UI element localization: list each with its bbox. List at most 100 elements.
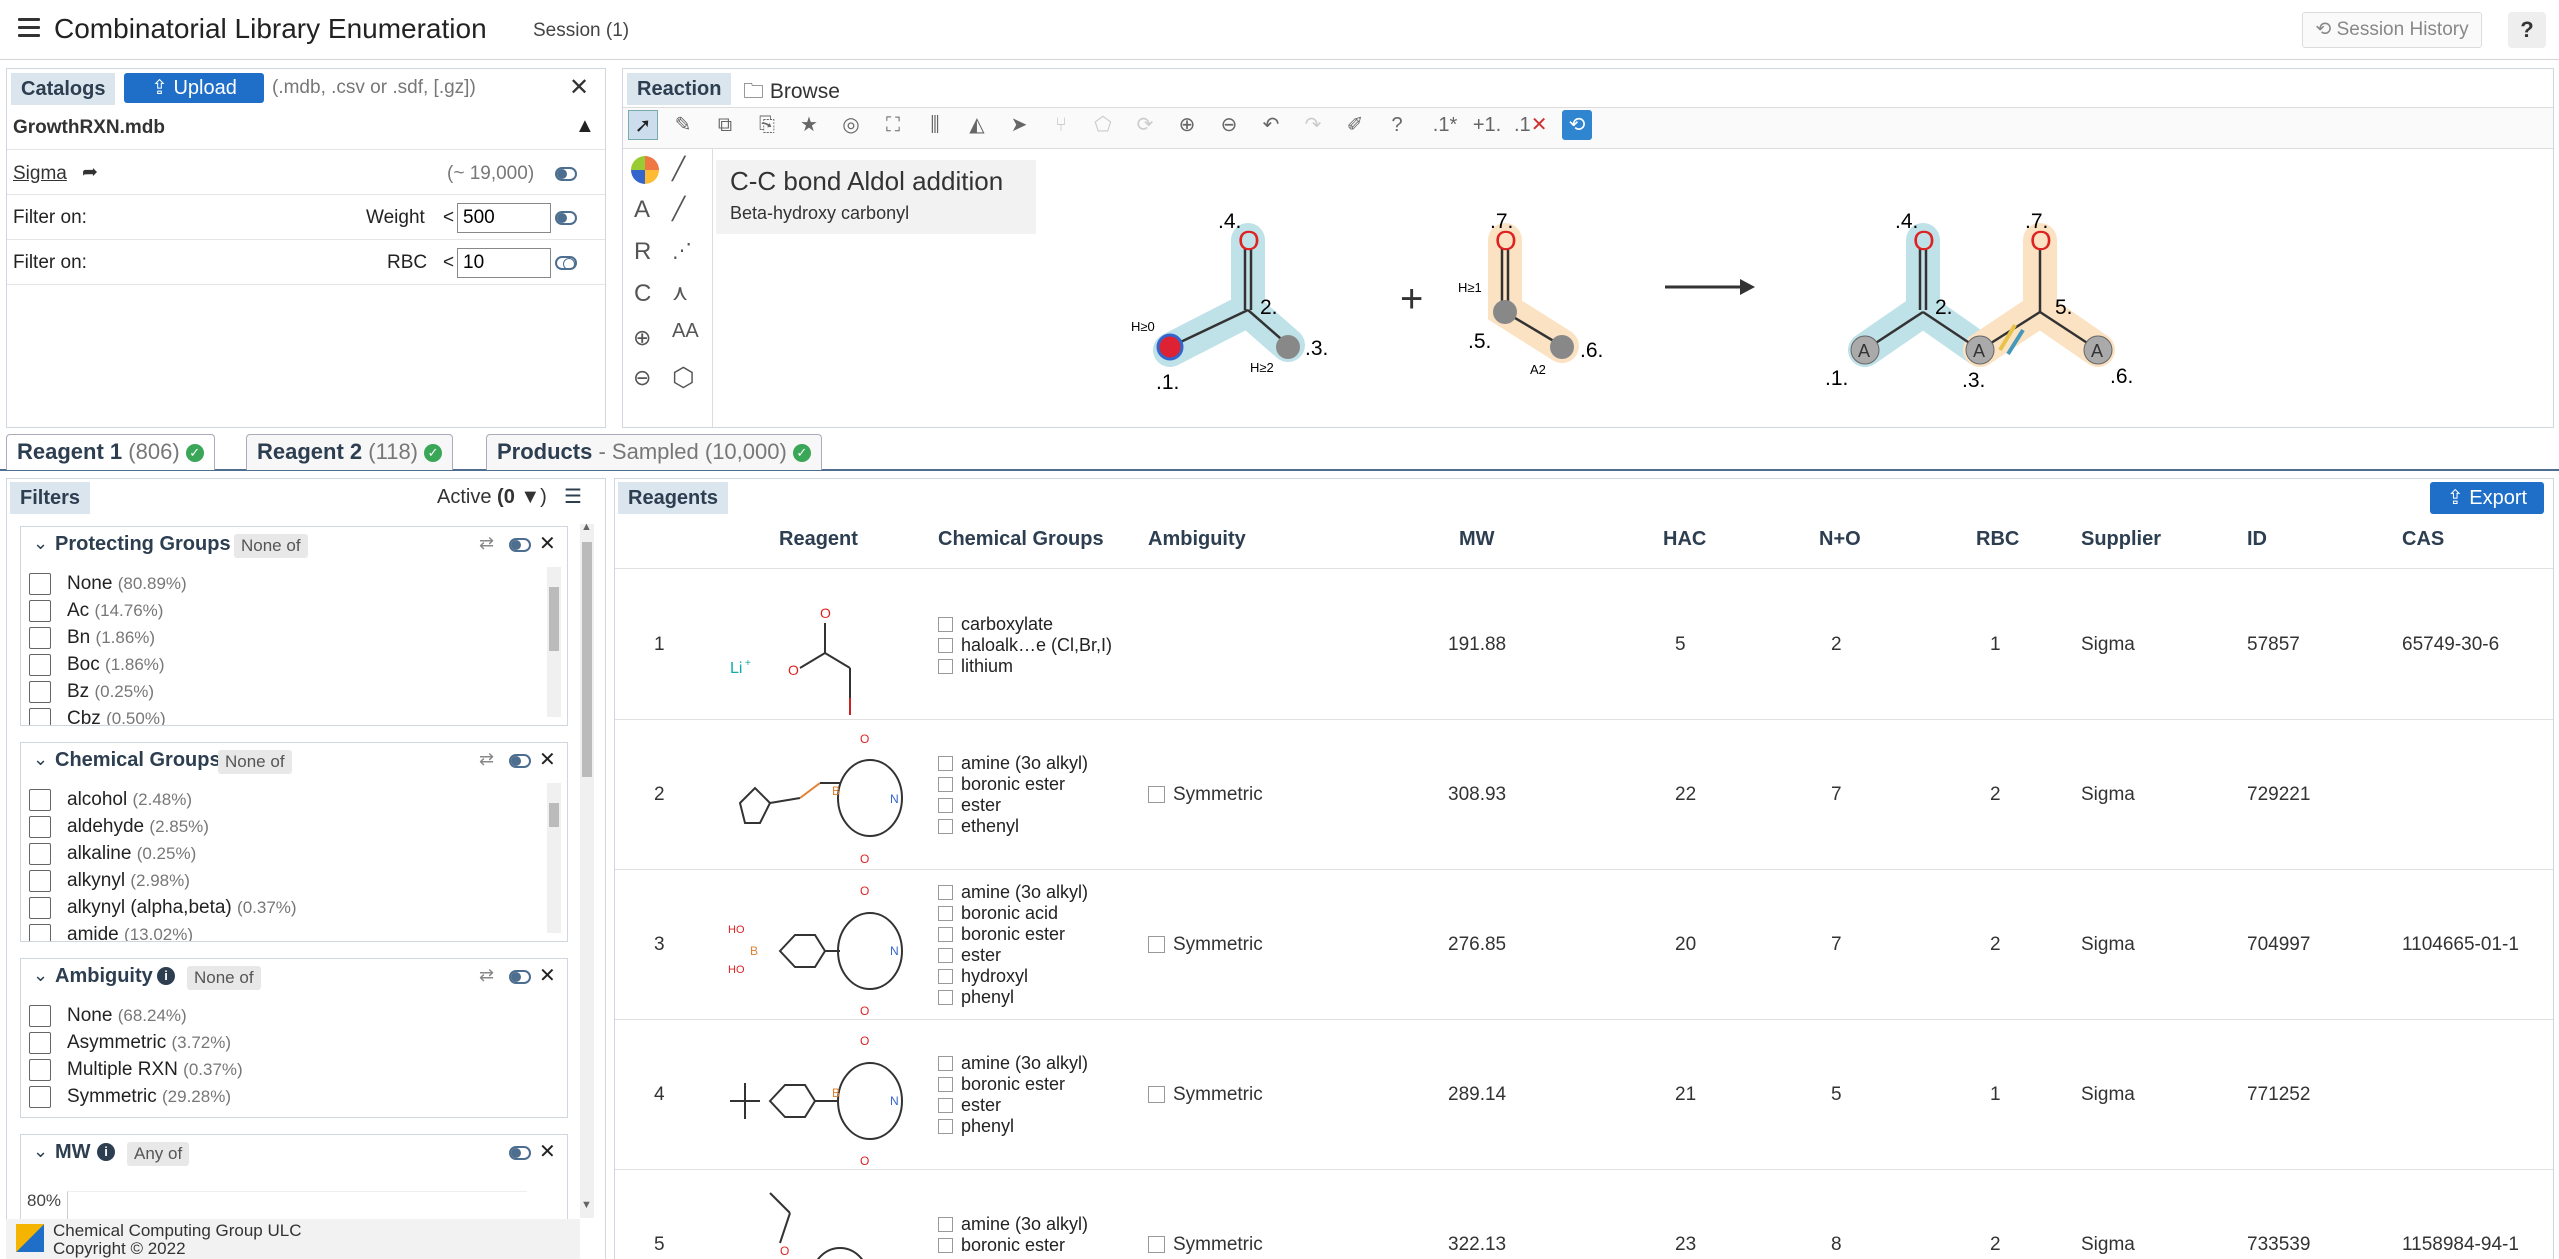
reagent-structure: ON xyxy=(769,1192,864,1259)
chemical-group-label: ethenyl xyxy=(961,816,1020,836)
checkbox[interactable] xyxy=(1148,1236,1165,1253)
chemical-group-item[interactable]: ester xyxy=(938,1256,1088,1259)
cell-supplier: Sigma xyxy=(2081,1084,2135,1105)
cell-ambiguity[interactable]: Symmetric xyxy=(1148,934,1263,956)
chemical-group-label: ester xyxy=(961,1256,1001,1259)
checkbox[interactable] xyxy=(938,969,953,984)
checkbox[interactable] xyxy=(938,756,953,771)
chemical-group-item[interactable]: boronic ester xyxy=(938,1074,1088,1095)
cell-rbc: 2 xyxy=(1990,784,2001,805)
checkbox[interactable] xyxy=(938,1056,953,1071)
svg-text:B: B xyxy=(832,1086,840,1100)
chemical-group-item[interactable]: amine (3o alkyl) xyxy=(938,753,1088,774)
checkbox[interactable] xyxy=(938,948,953,963)
chemical-group-item[interactable]: phenyl xyxy=(938,1116,1088,1137)
ambiguity-label: Symmetric xyxy=(1173,784,1263,805)
cell-cas: 1158984-94-1 xyxy=(2402,1234,2519,1255)
chemical-group-label: ester xyxy=(961,795,1002,815)
cell-id: 57857 xyxy=(2247,634,2300,655)
chemical-group-item[interactable]: phenyl xyxy=(938,987,1088,1008)
cell-n-o: 5 xyxy=(1831,1084,1842,1105)
cell-ambiguity[interactable]: Symmetric xyxy=(1148,1234,1263,1256)
chemical-group-item[interactable]: haloalk…e (Cl,Br,I) xyxy=(938,635,1112,656)
checkbox[interactable] xyxy=(938,777,953,792)
checkbox[interactable] xyxy=(938,819,953,834)
cell-n-o: 7 xyxy=(1831,934,1842,955)
chemical-group-item[interactable]: amine (3o alkyl) xyxy=(938,1214,1088,1235)
svg-text:B: B xyxy=(832,784,840,798)
checkbox[interactable] xyxy=(1148,936,1165,953)
cell-cas: 65749-30-6 xyxy=(2402,634,2500,655)
checkbox[interactable] xyxy=(938,798,953,813)
chemical-group-label: hydroxyl xyxy=(961,966,1029,986)
cell-hac: 20 xyxy=(1675,934,1697,955)
svg-text:O: O xyxy=(860,1154,869,1168)
cell-n-o: 2 xyxy=(1831,634,1842,655)
cell-rbc: 1 xyxy=(1990,1084,2001,1105)
row-number: 1 xyxy=(654,634,665,655)
chemical-group-label: amine (3o alkyl) xyxy=(961,1053,1089,1073)
svg-text:O: O xyxy=(820,605,831,621)
chemical-group-label: phenyl xyxy=(961,987,1015,1007)
chemical-group-item[interactable]: ester xyxy=(938,795,1088,816)
chemical-group-item[interactable]: ester xyxy=(938,1095,1088,1116)
ambiguity-label: Symmetric xyxy=(1173,1084,1263,1105)
checkbox[interactable] xyxy=(938,1098,953,1113)
checkbox[interactable] xyxy=(938,616,953,632)
cell-chemical-groups: carboxylate haloalk…e (Cl,Br,I) lithium xyxy=(938,614,1112,677)
chemical-group-item[interactable]: boronic ester xyxy=(938,1235,1088,1256)
cell-id: 704997 xyxy=(2247,934,2311,955)
cell-chemical-groups: amine (3o alkyl) boronic ester ester etheny… xyxy=(938,753,1088,837)
chemical-group-item[interactable]: boronic acid xyxy=(938,903,1088,924)
row-number: 5 xyxy=(654,1234,665,1255)
cell-id: 733539 xyxy=(2247,1234,2311,1255)
chemical-group-item[interactable]: ethenyl xyxy=(938,816,1088,837)
checkbox[interactable] xyxy=(938,906,953,921)
cell-mw: 322.13 xyxy=(1448,1234,1507,1255)
checkbox[interactable] xyxy=(938,885,953,900)
row-number: 2 xyxy=(654,784,665,805)
chemical-group-item[interactable]: hydroxyl xyxy=(938,966,1088,987)
chemical-group-item[interactable]: boronic ester xyxy=(938,924,1088,945)
svg-text:HO: HO xyxy=(728,964,745,976)
svg-text:B: B xyxy=(750,944,758,958)
chemical-group-item[interactable]: amine (3o alkyl) xyxy=(938,882,1088,903)
svg-text:O: O xyxy=(860,884,869,898)
cell-n-o: 7 xyxy=(1831,784,1842,805)
cell-supplier: Sigma xyxy=(2081,634,2135,655)
chemical-group-item[interactable]: ester xyxy=(938,945,1088,966)
reagent-structure: O O N B xyxy=(738,732,903,866)
checkbox[interactable] xyxy=(1148,786,1165,803)
svg-text:Li: Li xyxy=(730,660,742,677)
checkbox[interactable] xyxy=(938,990,953,1005)
checkbox[interactable] xyxy=(938,1077,953,1092)
checkbox[interactable] xyxy=(938,1237,953,1253)
checkbox[interactable] xyxy=(938,1216,953,1232)
checkbox[interactable] xyxy=(938,658,953,674)
chemical-group-item[interactable]: lithium xyxy=(938,656,1112,677)
chemical-group-item[interactable]: boronic ester xyxy=(938,774,1088,795)
svg-text:O: O xyxy=(860,732,869,746)
chemical-group-label: amine (3o alkyl) xyxy=(961,1213,1089,1234)
cell-ambiguity[interactable]: Symmetric xyxy=(1148,784,1263,806)
checkbox[interactable] xyxy=(938,637,953,653)
chemical-group-label: boronic ester xyxy=(961,924,1066,944)
chemical-group-item[interactable]: amine (3o alkyl) xyxy=(938,1053,1088,1074)
chemical-group-label: haloalk…e (Cl,Br,I) xyxy=(961,634,1113,655)
cell-chemical-groups: amine (3o alkyl) boronic ester ester phenyl xyxy=(938,1053,1088,1137)
chemical-group-label: amine (3o alkyl) xyxy=(961,753,1089,773)
cell-mw: 289.14 xyxy=(1448,1084,1507,1105)
cell-hac: 21 xyxy=(1675,1084,1697,1105)
svg-text:O: O xyxy=(860,852,869,866)
cell-supplier: Sigma xyxy=(2081,784,2135,805)
chemical-group-label: amine (3o alkyl) xyxy=(961,882,1089,902)
checkbox[interactable] xyxy=(938,1119,953,1134)
chemical-group-item[interactable]: carboxylate xyxy=(938,614,1112,635)
checkbox[interactable] xyxy=(938,927,953,942)
cell-id: 771252 xyxy=(2247,1084,2311,1105)
checkbox[interactable] xyxy=(1148,1086,1165,1103)
chemical-group-label: lithium xyxy=(961,655,1014,676)
cell-ambiguity[interactable]: Symmetric xyxy=(1148,1084,1263,1106)
cell-cas: 1104665-01-1 xyxy=(2402,934,2519,955)
svg-text:O: O xyxy=(780,1244,789,1258)
